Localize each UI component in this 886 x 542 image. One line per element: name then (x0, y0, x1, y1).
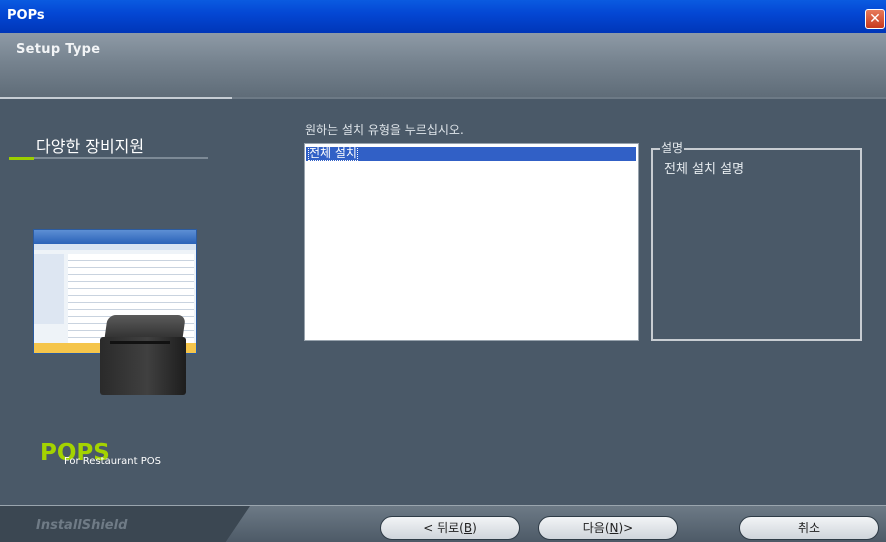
left-panel-title: 다양한 장비지원 (36, 137, 145, 156)
footer-bar: InstallShield < 뒤로(B) 다음(N)> 취소 (0, 505, 886, 542)
setup-option-label: 전체 설치 (308, 145, 358, 161)
header-divider (0, 97, 886, 99)
back-button[interactable]: < 뒤로(B) (380, 516, 520, 540)
setup-type-heading: Setup Type (16, 42, 101, 57)
header-banner: Setup Type (0, 33, 886, 97)
next-button[interactable]: 다음(N)> (538, 516, 678, 540)
close-button[interactable]: ✕ (865, 9, 885, 29)
setup-type-prompt: 원하는 설치 유형을 누르십시오. (305, 123, 464, 137)
installshield-brand: InstallShield (36, 518, 128, 533)
description-group: 설명 전체 설치 설명 (651, 139, 862, 341)
footer-brand-area: InstallShield (0, 506, 250, 542)
left-panel-underline (9, 157, 208, 160)
setup-type-listbox[interactable]: 전체 설치 (304, 143, 639, 341)
cancel-button[interactable]: 취소 (739, 516, 879, 540)
description-text: 전체 설치 설명 (664, 162, 745, 177)
title-bar: POPs ✕ (0, 0, 886, 33)
pops-logo-subtitle: For Restaurant POS (64, 456, 161, 467)
receipt-printer-image (100, 315, 186, 397)
description-legend: 설명 (660, 139, 685, 156)
setup-option-complete[interactable]: 전체 설치 (306, 145, 636, 161)
window-title: POPs (7, 8, 45, 23)
